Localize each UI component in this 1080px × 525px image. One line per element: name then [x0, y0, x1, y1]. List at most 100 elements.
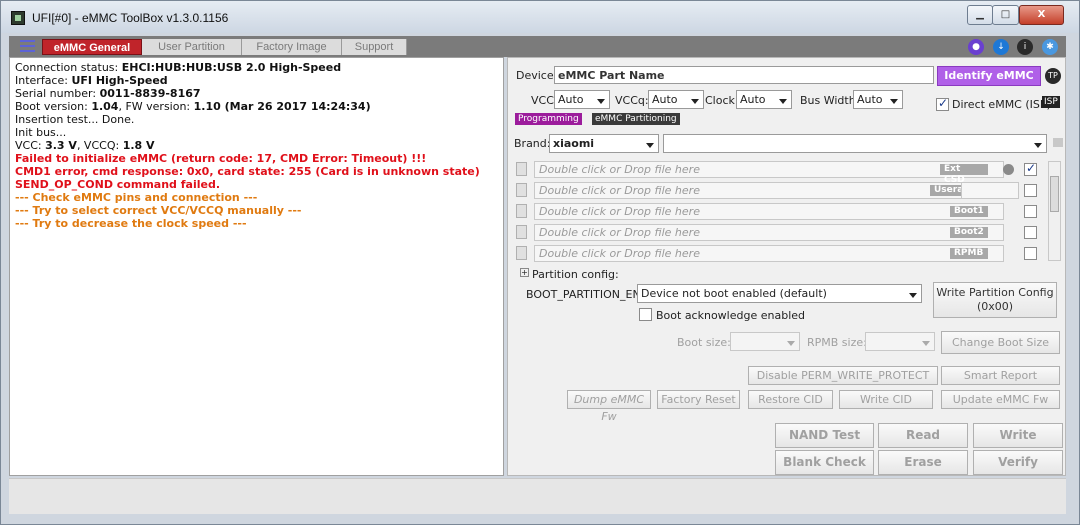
rpmb-size-select[interactable] — [865, 332, 935, 351]
tab-emmc-partitioning[interactable]: eMMC Partitioning — [592, 113, 680, 125]
download-icon[interactable]: ↓ — [993, 39, 1009, 55]
write-partition-config-button[interactable]: Write Partition Config (0x00) — [933, 282, 1057, 318]
disable-perm-write-protect-button[interactable]: Disable PERM_WRITE_PROTECT — [748, 366, 938, 385]
direct-emmc-checkbox[interactable] — [936, 96, 949, 111]
file-row: Double click or Drop file here Boot2 — [514, 224, 1037, 241]
nand-test-button[interactable]: NAND Test — [775, 423, 874, 448]
tab-user-partition[interactable]: User Partition — [142, 39, 242, 55]
file-row: Double click or Drop file here Userarea — [514, 182, 1037, 199]
identify-emmc-button[interactable]: Identify eMMC — [937, 66, 1041, 86]
partition-config-label: Partition config: — [532, 268, 619, 281]
file-row-checkbox[interactable] — [1024, 161, 1037, 176]
device-field[interactable]: eMMC Part Name — [554, 66, 934, 84]
vccq-label: VCCq: — [615, 94, 649, 107]
log-line: --- Check eMMC pins and connection --- — [15, 191, 258, 204]
clock-select[interactable]: Auto — [736, 90, 792, 109]
log-line: Insertion test... Done. — [15, 113, 135, 126]
model-select[interactable] — [663, 134, 1047, 153]
device-label: Device: — [516, 69, 558, 82]
gear-icon[interactable]: ✱ — [1042, 39, 1058, 55]
status-bar — [9, 478, 1066, 514]
file-drop-field[interactable]: Double click or Drop file here — [534, 203, 1004, 220]
smart-report-button[interactable]: Smart Report — [941, 366, 1060, 385]
restore-cid-button[interactable]: Restore CID — [748, 390, 833, 409]
vcc-select[interactable]: Auto — [554, 90, 610, 109]
factory-reset-button[interactable]: Factory Reset — [657, 390, 740, 409]
right-panel: Device: eMMC Part Name Identify eMMC TP … — [507, 57, 1066, 476]
close-button[interactable]: X — [1019, 5, 1064, 25]
rpmb-size-label: RPMB size: — [807, 336, 867, 349]
partition-badge: Ext CSD — [940, 164, 988, 185]
file-row: Double click or Drop file here Ext CSD — [514, 161, 1037, 185]
file-icon[interactable] — [516, 225, 527, 239]
file-row-checkbox[interactable] — [1024, 226, 1037, 239]
read-button[interactable]: Read — [878, 423, 968, 448]
boot-ack-checkbox[interactable] — [639, 308, 652, 321]
log-line: --- Try to select correct VCC/VCCQ manua… — [15, 204, 302, 217]
folder-icon[interactable] — [1053, 138, 1063, 147]
userarea-size-field[interactable] — [961, 182, 1019, 199]
file-drop-field[interactable]: Double click or Drop file here — [534, 245, 1004, 262]
file-icon[interactable] — [516, 246, 527, 260]
file-row-checkbox[interactable] — [1024, 184, 1037, 197]
file-icon[interactable] — [516, 162, 527, 176]
app-window: UFI[#0] - eMMC ToolBox v1.3.0.1156 ▁ □ X… — [0, 0, 1080, 525]
file-icon[interactable] — [516, 183, 527, 197]
globe-icon[interactable]: ● — [968, 39, 984, 55]
clock-label: Clock: — [705, 94, 739, 107]
file-list-scrollbar[interactable] — [1048, 161, 1061, 261]
tp-button[interactable]: TP — [1045, 68, 1061, 84]
partition-badge: Boot1 — [950, 206, 988, 217]
log-panel[interactable]: Connection status: EHCI:HUB:HUB:USB 2.0 … — [9, 57, 504, 476]
minimize-button[interactable]: ▁ — [967, 5, 993, 25]
log-line: Boot version: 1.04, FW version: 1.10 (Ma… — [15, 100, 371, 113]
file-row-checkbox[interactable] — [1024, 247, 1037, 260]
boot-size-select[interactable] — [730, 332, 800, 351]
maximize-button[interactable]: □ — [992, 5, 1019, 25]
log-line: Failed to initialize eMMC (return code: … — [15, 152, 427, 165]
dump-emmc-fw-button[interactable]: Dump eMMC Fw — [567, 390, 651, 423]
title-bar: UFI[#0] - eMMC ToolBox v1.3.0.1156 ▁ □ X — [1, 1, 1079, 33]
boot-ack-label: Boot acknowledge enabled — [656, 309, 805, 322]
file-row: Double click or Drop file here RPMB — [514, 245, 1037, 262]
log-line: VCC: 3.3 V, VCCQ: 1.8 V — [15, 139, 155, 152]
vccq-select[interactable]: Auto — [648, 90, 704, 109]
file-drop-field[interactable]: Double click or Drop file here — [534, 224, 1004, 241]
menu-bar: eMMC General User Partition Factory Imag… — [9, 36, 1066, 57]
partition-badge: RPMB — [950, 248, 988, 259]
hamburger-icon[interactable] — [20, 40, 35, 53]
isp-badge[interactable]: ISP — [1042, 96, 1060, 108]
file-row: Double click or Drop file here Boot1 — [514, 203, 1037, 220]
log-line: Connection status: EHCI:HUB:HUB:USB 2.0 … — [15, 61, 342, 74]
boot-partition-label: BOOT_PARTITION_EN — [526, 288, 641, 301]
tab-support[interactable]: Support — [342, 39, 407, 55]
log-line: --- Try to decrease the clock speed --- — [15, 217, 247, 230]
brand-select[interactable]: xiaomi — [549, 134, 659, 153]
tab-emmc-general[interactable]: eMMC General — [42, 39, 142, 55]
write-cid-button[interactable]: Write CID — [839, 390, 933, 409]
blank-check-button[interactable]: Blank Check — [775, 450, 874, 475]
window-title: UFI[#0] - eMMC ToolBox v1.3.0.1156 — [32, 11, 229, 25]
partition-config-toggle[interactable]: + — [520, 268, 529, 277]
scroll-thumb[interactable] — [1050, 176, 1059, 212]
log-line: Serial number: 0011-8839-8167 — [15, 87, 201, 100]
file-row-checkbox[interactable] — [1024, 205, 1037, 218]
bus-width-select[interactable]: Auto — [853, 90, 903, 109]
erase-button[interactable]: Erase — [878, 450, 968, 475]
boot-size-label: Boot size: — [677, 336, 731, 349]
write-button[interactable]: Write — [973, 423, 1063, 448]
verify-button[interactable]: Verify — [973, 450, 1063, 475]
log-line: SEND_OP_COND command failed. — [15, 178, 220, 191]
brand-label: Brand: — [514, 137, 551, 150]
boot-partition-select[interactable]: Device not boot enabled (default) — [637, 284, 922, 303]
direct-emmc-label: Direct eMMC (ISP) — [952, 98, 1051, 111]
file-drop-field[interactable]: Double click or Drop file here — [534, 161, 1004, 178]
tab-programming[interactable]: Programming — [515, 113, 582, 125]
update-emmc-fw-button[interactable]: Update eMMC Fw — [941, 390, 1060, 409]
bus-width-label: Bus Width: — [800, 94, 860, 107]
change-boot-size-button[interactable]: Change Boot Size — [941, 331, 1060, 354]
tab-factory-image[interactable]: Factory Image — [242, 39, 342, 55]
info-icon[interactable]: i — [1017, 39, 1033, 55]
app-icon — [11, 11, 25, 25]
file-icon[interactable] — [516, 204, 527, 218]
